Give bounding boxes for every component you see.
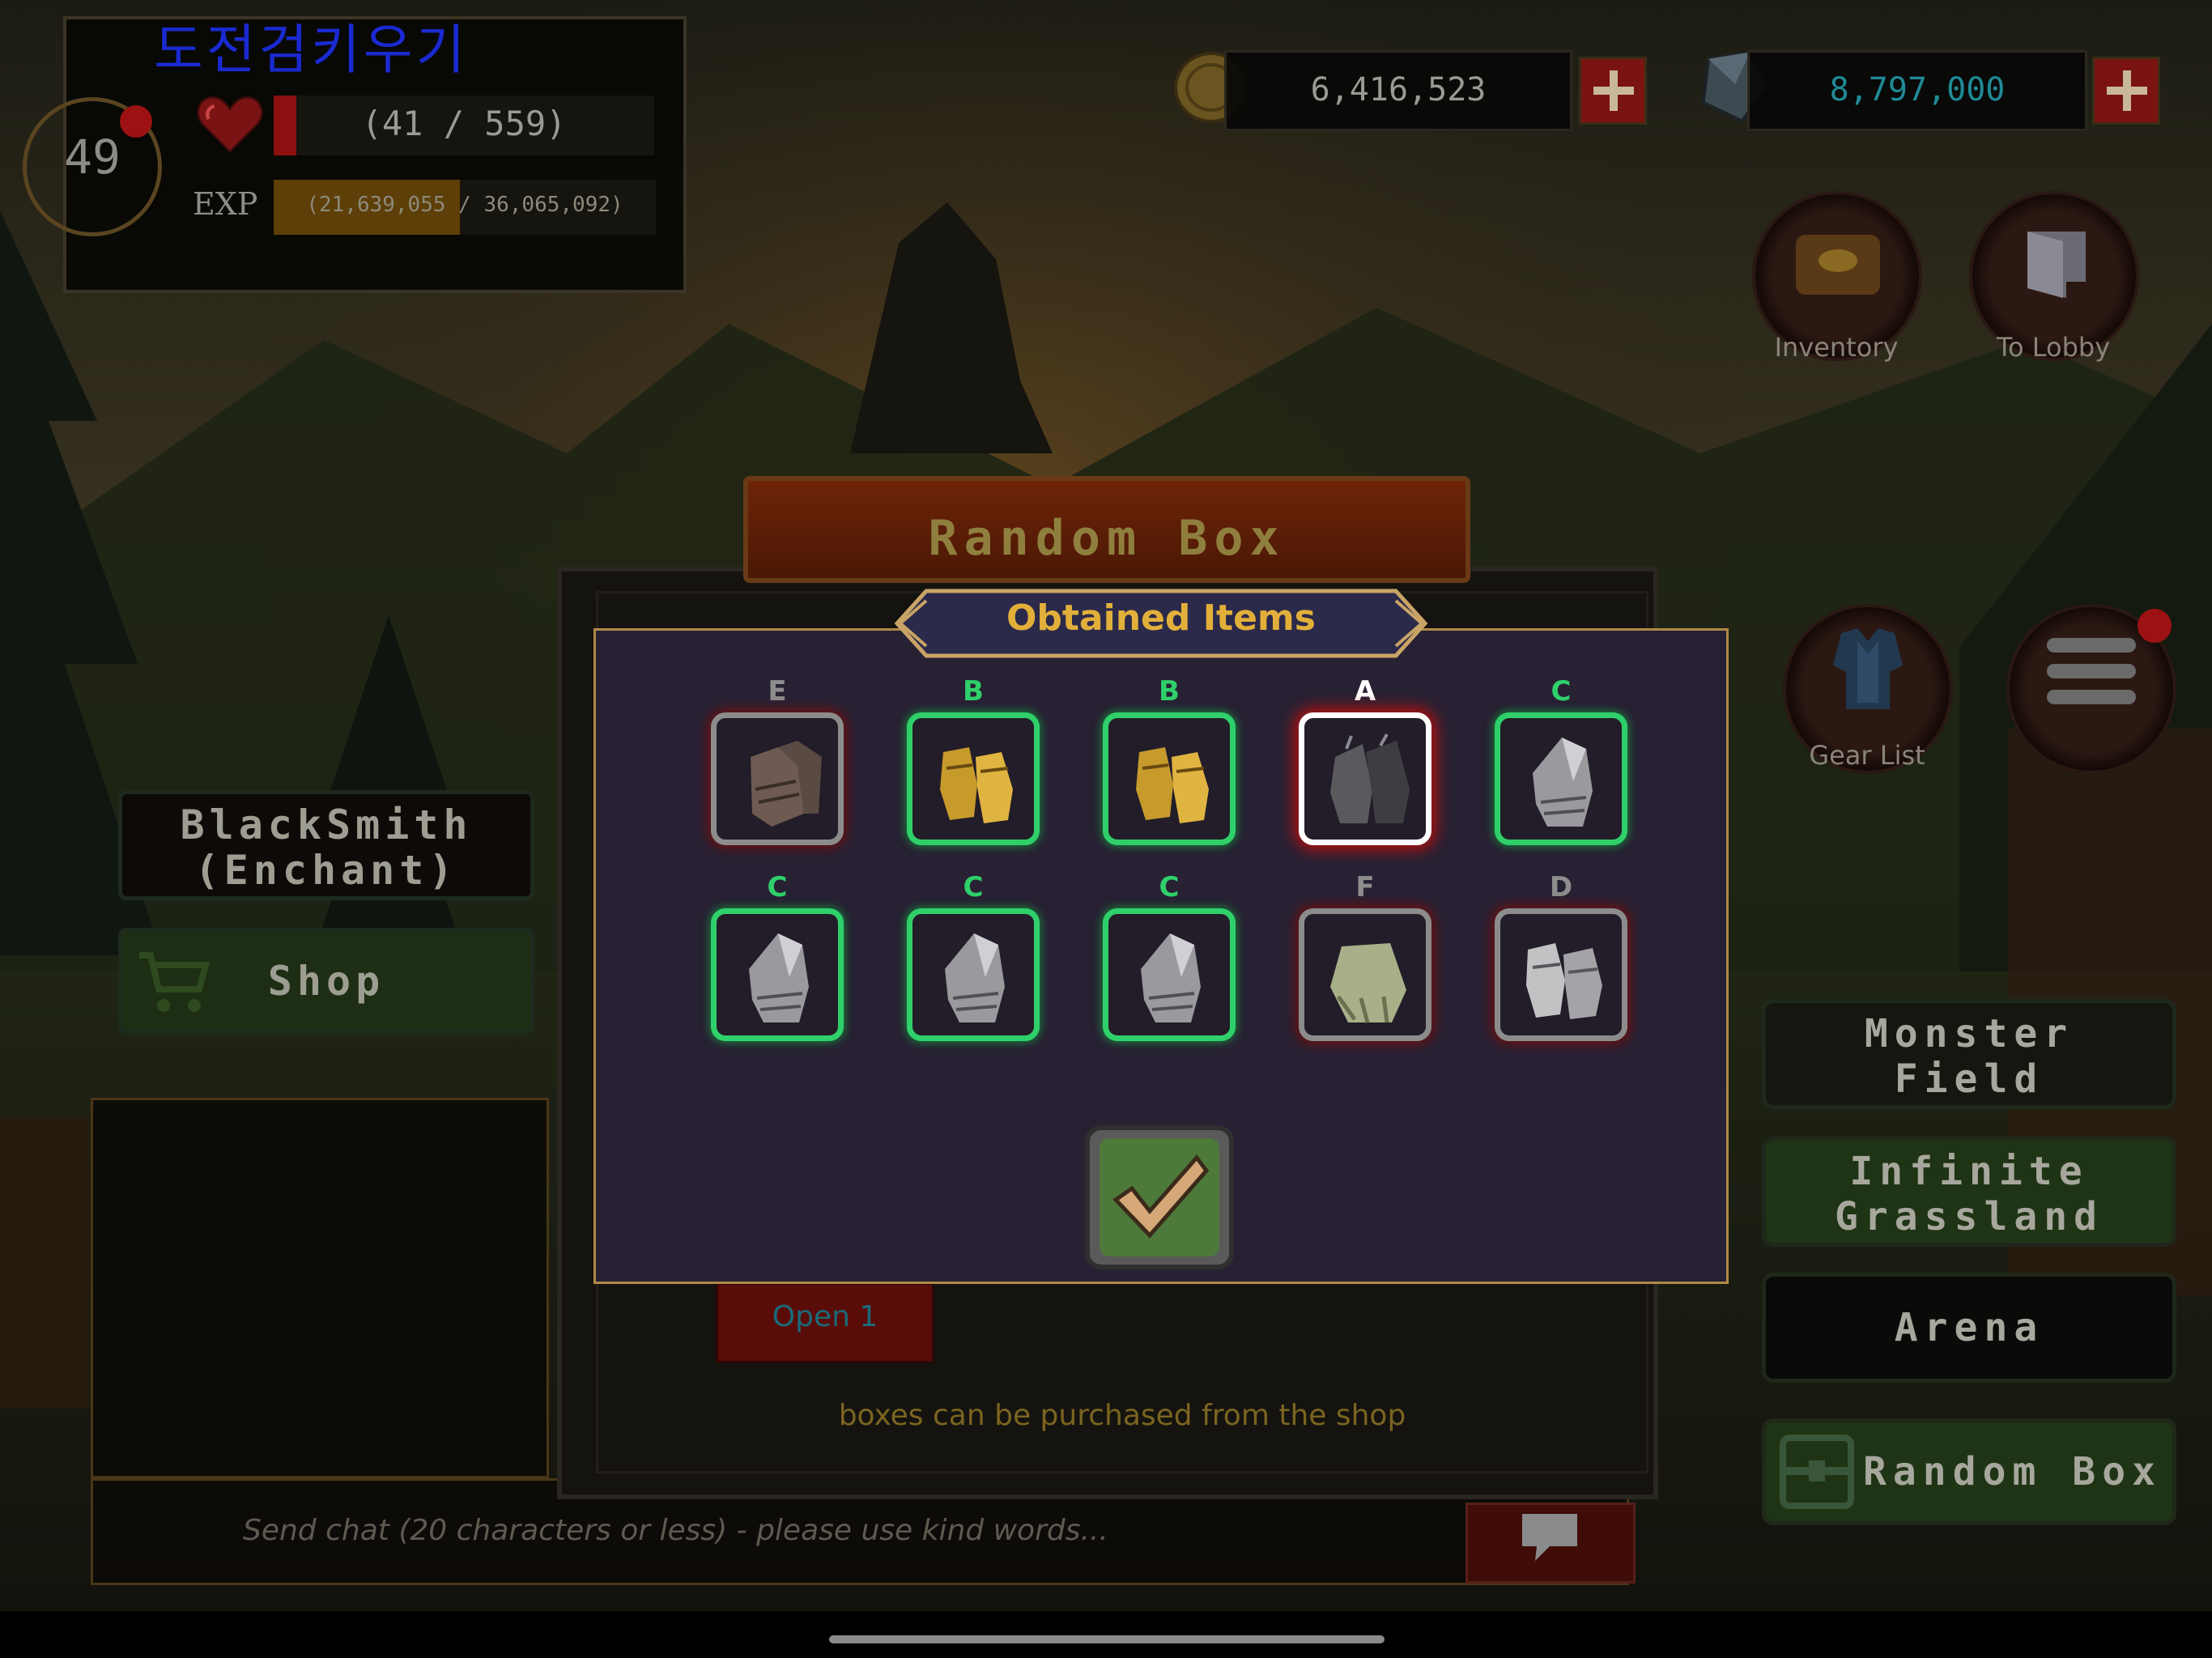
checkmark-icon bbox=[1112, 1154, 1210, 1239]
shop-label: Shop bbox=[267, 958, 385, 1005]
chat-placeholder[interactable]: Send chat (20 characters or less) - plea… bbox=[243, 1514, 1108, 1547]
door-icon bbox=[2027, 232, 2086, 298]
notification-dot bbox=[120, 105, 152, 138]
heart-icon bbox=[197, 96, 263, 154]
random-box-menu-label: Random Box bbox=[1863, 1449, 2162, 1494]
item-grade-label: E bbox=[768, 675, 787, 708]
item-slot[interactable] bbox=[1299, 908, 1431, 1041]
item-slot[interactable] bbox=[907, 712, 1040, 845]
gear-list-label: Gear List bbox=[1809, 740, 1925, 771]
item-slot[interactable] bbox=[711, 712, 844, 845]
arena-label: Arena bbox=[1894, 1305, 2044, 1350]
cloth-gloves-icon bbox=[1330, 943, 1406, 1023]
item-grade-label: C bbox=[1159, 871, 1180, 903]
monster-field-label-1: Monster bbox=[1864, 1011, 2074, 1056]
item-slot[interactable] bbox=[1103, 712, 1236, 845]
item-slot[interactable] bbox=[1299, 712, 1431, 845]
infinite-grassland-button[interactable]: Infinite Grassland bbox=[1762, 1137, 2176, 1247]
item-slot[interactable] bbox=[1495, 908, 1627, 1041]
item-slot[interactable] bbox=[1103, 908, 1236, 1041]
item-grade-label: C bbox=[767, 871, 788, 903]
monster-field-label-2: Field bbox=[1894, 1056, 2044, 1102]
chat-log-panel bbox=[91, 1098, 549, 1478]
chat-bubble-icon bbox=[1522, 1514, 1577, 1561]
obtained-items-title: Obtained Items bbox=[1006, 597, 1316, 639]
item-grade-label: B bbox=[1159, 675, 1180, 708]
steel-gauntlet-icon bbox=[749, 933, 809, 1022]
item-grade-label: C bbox=[963, 871, 984, 903]
monster-field-button[interactable]: Monster Field bbox=[1762, 999, 2176, 1109]
item-slot[interactable] bbox=[711, 908, 844, 1041]
add-gems-button[interactable] bbox=[2092, 57, 2160, 125]
gold-amount: 6,416,523 bbox=[1310, 71, 1487, 108]
item-grade-label: B bbox=[963, 675, 984, 708]
inventory-label: Inventory bbox=[1774, 332, 1899, 363]
item-grade-label: F bbox=[1355, 871, 1375, 903]
to-lobby-label: To Lobby bbox=[1996, 332, 2111, 363]
gold-gauntlets-icon bbox=[940, 747, 1013, 823]
player-nickname: 도전검키우기 bbox=[154, 19, 469, 81]
cart-icon bbox=[139, 952, 211, 1012]
gem-amount: 8,797,000 bbox=[1829, 71, 2006, 108]
random-box-title: Random Box bbox=[928, 510, 1286, 567]
steel-gauntlet-icon bbox=[945, 933, 1005, 1022]
exp-value: (21,639,055 / 36,065,092) bbox=[306, 193, 623, 217]
infinite-grassland-label-2: Grassland bbox=[1834, 1194, 2104, 1239]
blacksmith-label-line1: BlackSmith bbox=[180, 801, 473, 848]
arena-button[interactable]: Arena bbox=[1762, 1273, 2176, 1383]
blacksmith-button[interactable]: BlackSmith (Enchant) bbox=[118, 790, 534, 900]
dark-gauntlets-icon bbox=[1330, 733, 1410, 823]
leather-gloves-icon bbox=[751, 741, 822, 827]
add-gold-button[interactable] bbox=[1579, 57, 1647, 125]
notification-dot bbox=[2138, 609, 2172, 643]
steel-gauntlet-icon bbox=[1533, 738, 1593, 827]
home-indicator bbox=[829, 1635, 1385, 1643]
hp-value: (41 / 559) bbox=[361, 104, 567, 143]
box-icon bbox=[1780, 1435, 1854, 1509]
player-level: 49 bbox=[64, 130, 121, 185]
item-grade-label: D bbox=[1549, 871, 1573, 903]
iron-gauntlets-icon bbox=[1526, 943, 1602, 1019]
chest-icon bbox=[1796, 235, 1880, 295]
item-slot[interactable] bbox=[907, 908, 1040, 1041]
steel-gauntlet-icon bbox=[1141, 933, 1201, 1022]
item-grade-label: A bbox=[1354, 675, 1376, 708]
gold-gauntlets-icon bbox=[1136, 747, 1209, 823]
infinite-grassland-label-1: Infinite bbox=[1849, 1149, 2089, 1194]
menu-icon bbox=[2047, 638, 2136, 704]
shop-hint-text: boxes can be purchased from the shop bbox=[838, 1399, 1406, 1432]
item-slot[interactable] bbox=[1495, 712, 1627, 845]
open-one-label: Open 1 bbox=[772, 1300, 878, 1333]
exp-label: EXP bbox=[193, 186, 258, 222]
item-grade-label: C bbox=[1551, 675, 1572, 708]
armor-icon bbox=[1833, 628, 1903, 709]
blacksmith-label-line2: (Enchant) bbox=[194, 847, 458, 894]
